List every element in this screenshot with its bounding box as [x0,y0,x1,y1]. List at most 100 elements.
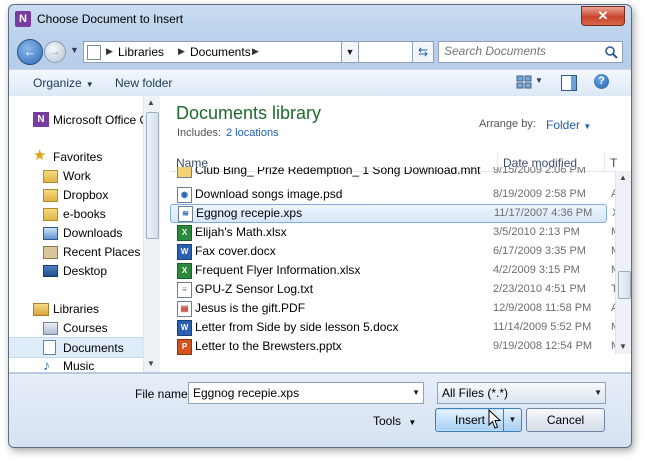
nav-item-label: e-books [63,207,106,221]
nav-item-label: Documents [63,341,124,355]
file-row[interactable]: X Frequent Flyer Information.xlsx 4/2/20… [170,261,620,280]
file-name: Download songs image.psd [195,187,343,201]
scroll-up-icon[interactable]: ▲ [147,98,155,107]
file-row[interactable]: W Fax cover.docx 6/17/2009 3:35 PM M [170,242,620,261]
nav-item-dropbox[interactable]: Dropbox [9,185,143,204]
navigation-pane-scrollbar[interactable]: ▲ ▼ [143,96,160,372]
close-button[interactable]: ✕ [581,6,625,26]
address-history-dropdown-icon[interactable]: ▼ [341,41,359,63]
back-button[interactable]: ← [17,39,43,65]
file-row-selected[interactable]: ≋ Eggnog recepie.xps 11/17/2007 4:36 PM … [170,204,619,223]
nav-item-favorites[interactable]: ★ Favorites [9,147,143,166]
refresh-button[interactable]: ⇆ [412,41,434,63]
nav-item-music[interactable]: ♪ Music [9,356,143,372]
navigation-bar: ← → ▼ ▶ Libraries ▶ Documents ▶ ▼ ⇆ [9,35,631,67]
help-icon[interactable]: ? [594,74,609,89]
preview-pane-icon[interactable] [561,75,577,91]
chevron-down-icon[interactable]: ▼ [412,388,420,397]
file-row[interactable]: Club Bing_ Prize Redemption_ 1 Song Down… [170,167,605,179]
library-location-icon [87,45,101,60]
folder-icon [43,189,58,202]
scroll-down-icon[interactable]: ▼ [619,342,627,351]
downloads-icon [43,227,58,240]
file-date: 9/15/2009 2:06 PM [493,167,586,176]
documents-library-icon [43,340,56,355]
dialog-footer: File name: Eggnog recepie.xps ▼ All File… [9,373,631,447]
nav-item-label: Courses [63,321,108,335]
file-date: 11/17/2007 4:36 PM [494,207,593,219]
file-date: 9/19/2008 12:54 PM [493,340,593,352]
file-name-label: File name: [135,387,192,401]
nav-item-label: Recent Places [63,245,141,259]
insert-options-dropdown-icon[interactable]: ▼ [503,408,522,432]
nav-item-microsoft-office-onenote[interactable]: N Microsoft Office O [9,110,149,129]
scroll-down-icon[interactable]: ▼ [147,359,155,368]
file-type-value: All Files (*.*) [442,386,509,400]
nav-item-e-books[interactable]: e-books [9,204,143,223]
word-file-icon: W [177,244,192,260]
nav-item-label: Music [63,359,95,372]
nav-item-downloads[interactable]: Downloads [9,223,143,242]
breadcrumb-documents[interactable]: Documents [190,45,251,59]
excel-file-icon: X [177,225,192,241]
recent-pages-dropdown-icon[interactable]: ▼ [70,45,79,55]
file-row[interactable]: P Letter to the Brewsters.pptx 9/19/2008… [170,337,620,356]
nav-item-work[interactable]: Work [9,166,143,185]
music-icon: ♪ [43,357,50,372]
file-name-value[interactable]: Eggnog recepie.xps [193,386,299,400]
change-view-icon[interactable] [516,75,532,89]
nav-item-libraries[interactable]: Libraries [9,299,143,318]
search-icon[interactable] [604,45,618,59]
breadcrumb-separator-icon[interactable]: ▶ [106,46,113,57]
libraries-icon [33,303,49,316]
file-name-combobox[interactable]: Eggnog recepie.xps ▼ [188,382,424,404]
psd-file-icon: ◉ [177,187,192,203]
file-row[interactable]: ▤ Jesus is the gift.PDF 12/9/2008 11:58 … [170,299,618,318]
arrange-by-value: Folder [546,118,581,132]
file-date: 2/23/2010 4:51 PM [493,283,586,295]
search-input[interactable] [444,44,594,58]
excel-file-icon: X [177,263,192,279]
breadcrumb-libraries[interactable]: Libraries [118,45,164,59]
desktop-icon [43,265,58,277]
nav-item-documents[interactable]: Documents [9,337,143,358]
breadcrumb-separator-icon[interactable]: ▶ [252,46,259,57]
chevron-down-icon: ▼ [583,122,592,131]
forward-button[interactable]: → [44,41,66,63]
column-header-type[interactable]: T [610,156,617,170]
file-name: Eggnog recepie.xps [196,206,303,220]
library-folder-icon [43,322,58,335]
file-name: Jesus is the gift.PDF [195,301,306,315]
new-folder-button[interactable]: New folder [115,76,172,90]
file-date: 11/14/2009 5:52 PM [493,321,592,333]
scrollbar-thumb[interactable] [146,112,159,239]
arrange-by-dropdown[interactable]: Folder ▼ [546,118,591,132]
file-list-scrollbar[interactable]: ▲ ▼ [615,171,631,354]
chevron-down-icon: ▼ [594,388,602,397]
nav-item-label: Microsoft Office O [53,113,149,127]
nav-item-courses[interactable]: Courses [9,318,143,337]
cancel-button[interactable]: Cancel [526,408,605,432]
breadcrumb-separator-icon[interactable]: ▶ [178,46,185,57]
file-name: Fax cover.docx [195,244,276,258]
tools-menu[interactable]: Tools ▼ [373,414,416,428]
search-box[interactable] [438,41,623,63]
navigation-pane: N Microsoft Office O ★ Favorites Work Dr… [9,96,160,372]
scrollbar-thumb[interactable] [618,271,631,299]
organize-menu[interactable]: Organize ▼ [33,76,94,90]
nav-item-recent-places[interactable]: Recent Places [9,242,143,261]
file-type-select[interactable]: All Files (*.*) ▼ [437,382,606,404]
onenote-app-icon: N [15,11,31,27]
file-row[interactable]: X Elijah's Math.xlsx 3/5/2010 2:13 PM M [170,223,620,242]
star-icon: ★ [33,147,47,164]
address-bar[interactable]: ▶ Libraries ▶ Documents ▶ [83,41,416,63]
file-row[interactable]: ≡ GPU-Z Sensor Log.txt 2/23/2010 4:51 PM… [170,280,618,299]
nav-item-desktop[interactable]: Desktop [9,261,143,280]
file-row[interactable]: ◉ Download songs image.psd 8/19/2009 2:5… [170,185,618,204]
file-date: 4/2/2009 3:15 PM [493,264,580,276]
file-date: 3/5/2010 2:13 PM [493,226,580,238]
scroll-up-icon[interactable]: ▲ [619,173,627,182]
library-locations-link[interactable]: 2 locations [226,127,279,139]
file-row[interactable]: W Letter from Side by side lesson 5.docx… [170,318,620,337]
view-options-dropdown-icon[interactable]: ▼ [535,76,543,85]
